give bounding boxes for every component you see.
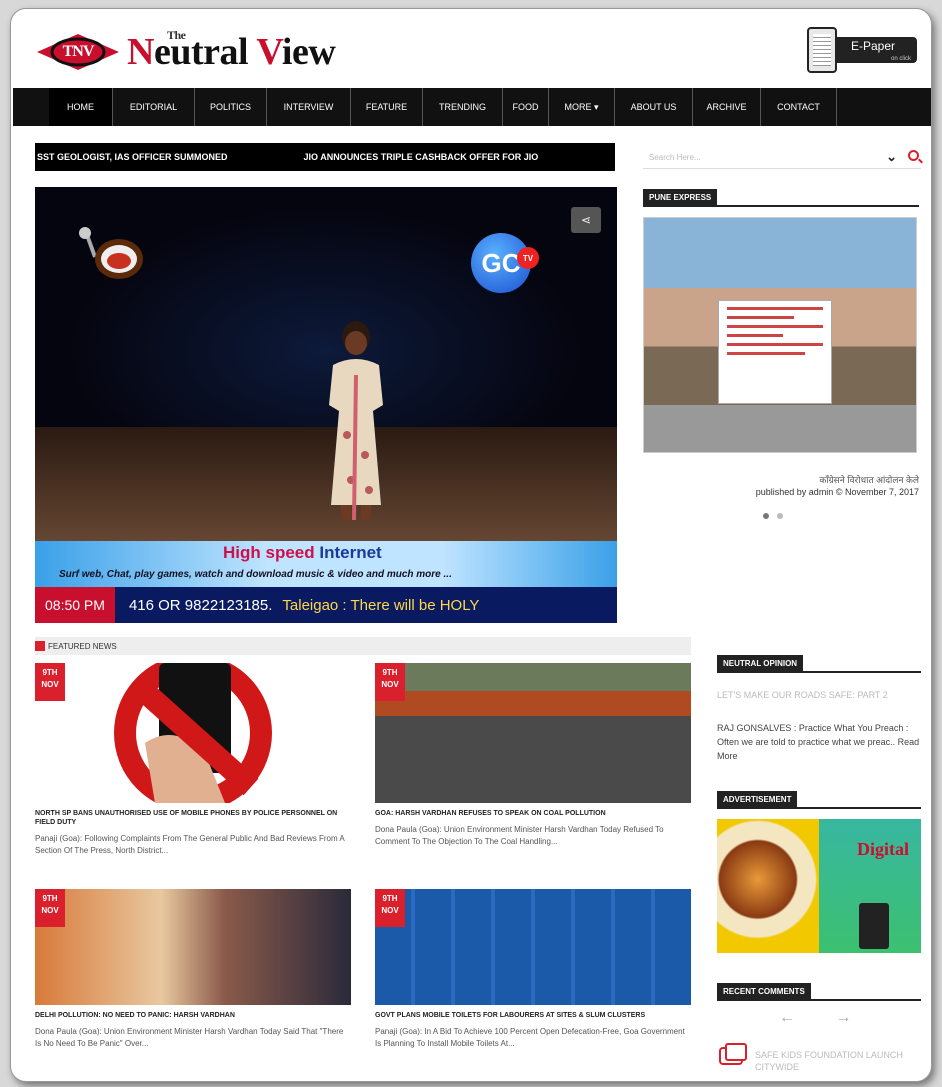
main-nav: HOME EDITORIAL POLITICS INTERVIEW FEATUR… [13,88,931,126]
nav-food[interactable]: FOOD [503,88,549,126]
gc-tv-logo: GC TV [471,233,539,293]
news-title[interactable]: DELHI POLLUTION: NO NEED TO PANIC: HARSH… [35,1011,351,1020]
nav-archive[interactable]: ARCHIVE [693,88,761,126]
news-image[interactable]: 9TH NOV [375,889,691,1005]
red-square-icon [35,641,45,651]
nav-home[interactable]: HOME [49,88,113,126]
neutral-opinion-heading: NEUTRAL OPINION [717,655,921,673]
date-badge: 9TH NOV [35,663,65,701]
nav-contact[interactable]: CONTACT [761,88,837,126]
news-image[interactable]: 9TH NOV [375,663,691,803]
news-card[interactable]: 9TH NOV NORTH SP BANS UNAUTHORISED USE OF… [35,663,351,857]
opinion-text[interactable]: RAJ GONSALVES : Practice What You Preach… [717,721,921,763]
nav-trending[interactable]: TRENDING [423,88,503,126]
ticker-item[interactable]: SST GEOLOGIST, IAS OFFICER SUMMONED [37,152,228,162]
news-excerpt: Dona Paula (Goa): Union Environment Mini… [375,825,664,846]
channel-logo [73,227,153,287]
pune-express-heading: PUNE EXPRESS [643,189,919,207]
news-excerpt: Panaji (Goa): Following Complaints From … [35,834,345,855]
ad-food-image[interactable] [717,819,819,953]
site-logo[interactable]: TNV The Neutral View [37,27,336,77]
epaper-label: E-Paper on click [829,37,917,63]
nav-about-us[interactable]: ABOUT US [615,88,693,126]
nav-editorial[interactable]: EDITORIAL [113,88,195,126]
slider-dot[interactable] [763,513,769,519]
search-bar[interactable]: Search Here... ⌄ [643,149,921,169]
slider-dots[interactable] [763,513,783,519]
search-icon[interactable] [908,150,919,161]
advertisement[interactable]: Digital [717,819,921,953]
share-icon[interactable]: ⋖ [571,207,601,233]
nav-more[interactable]: MORE ▾ [549,88,615,126]
pune-caption[interactable]: काँग्रेसने विरोधात आंदोलन केले [643,473,919,486]
nav-feature[interactable]: FEATURE [351,88,423,126]
video-crawl: 08:50 PM 416 OR 9822123185. Taleigao : T… [35,587,617,623]
opinion-title[interactable]: LET'S MAKE OUR ROADS SAFE: PART 2 [717,689,921,701]
news-card[interactable]: 9TH NOV DELHI POLLUTION: NO NEED TO PANIC… [35,889,351,1050]
epaper-link[interactable]: E-Paper on click [807,27,919,75]
slider-dot[interactable] [777,513,783,519]
tablet-icon [807,27,837,73]
news-image[interactable]: 9TH NOV [35,663,351,803]
logo-badge: TNV [37,32,119,72]
ticker-item[interactable]: JIO ANNOUNCES TRIPLE CASHBACK OFFER FOR … [304,152,539,162]
chevron-down-icon[interactable]: ⌄ [886,149,897,165]
news-title[interactable]: GOA: HARSH VARDHAN REFUSES TO SPEAK ON C… [375,809,691,818]
date-badge: 9TH NOV [35,889,65,927]
nav-interview[interactable]: INTERVIEW [267,88,351,126]
carousel-arrows[interactable]: ← → [779,1009,869,1027]
news-image[interactable]: 9TH NOV [35,889,351,1005]
recent-comment-title[interactable]: SAFE KIDS FOUNDATION LAUNCH CITYWIDE [755,1049,915,1073]
news-ticker: SST GEOLOGIST, IAS OFFICER SUMMONED JIO … [35,143,615,171]
news-excerpt: Panaji (Goa): In A Bid To Achieve 100 Pe… [375,1027,685,1048]
recent-comments-heading: RECENT COMMENTS [717,983,921,1001]
nav-politics[interactable]: POLITICS [195,88,267,126]
browser-page: TNV The Neutral View E-Paper on click HOM… [10,8,932,1082]
video-frame-performer [311,315,401,525]
news-card[interactable]: 9TH NOV GOVT PLANS MOBILE TOILETS FOR LAB… [375,889,691,1050]
news-title[interactable]: NORTH SP BANS UNAUTHORISED USE OF MOBILE… [35,809,351,827]
featured-news-heading: FEATURED NEWS [35,637,691,655]
ad-banner: High speed Internet Surf web, Chat, play… [35,541,617,587]
video-player[interactable]: GC TV ⋖ High speed Internet Surf web, Cha… [35,187,617,623]
search-input[interactable]: Search Here... [649,153,701,162]
date-badge: 9TH NOV [375,889,405,927]
date-badge: 9TH NOV [375,663,405,701]
pune-published: published by admin © November 7, 2017 [755,487,919,497]
news-card[interactable]: 9TH NOV GOA: HARSH VARDHAN REFUSES TO SPE… [375,663,691,848]
news-excerpt: Dona Paula (Goa): Union Environment Mini… [35,1027,344,1048]
pune-express-image[interactable] [643,217,917,453]
news-title[interactable]: GOVT PLANS MOBILE TOILETS FOR LABOURERS … [375,1011,691,1020]
comment-icon [719,1043,747,1065]
advertisement-heading: ADVERTISEMENT [717,791,921,809]
logo-name: The Neutral View [127,28,336,73]
ad-digital-image[interactable]: Digital [819,819,921,953]
